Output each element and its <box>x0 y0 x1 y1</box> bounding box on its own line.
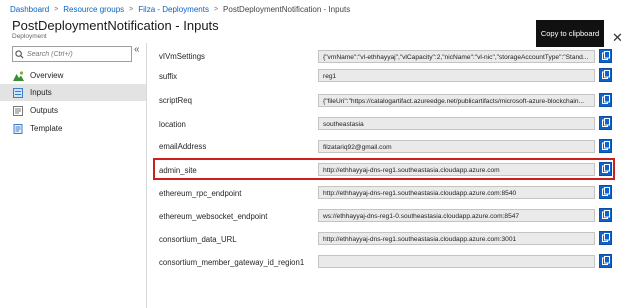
input-label: ethereum_rpc_endpoint <box>159 189 242 198</box>
sidebar-item-label: Inputs <box>30 88 52 97</box>
overview-icon <box>12 70 24 81</box>
copy-icon <box>601 206 610 224</box>
breadcrumb-separator: > <box>54 5 59 13</box>
breadcrumb-deployments[interactable]: Filza - Deployments <box>138 5 209 14</box>
copy-button[interactable] <box>599 162 612 176</box>
template-icon <box>12 123 24 134</box>
breadcrumb-dashboard[interactable]: Dashboard <box>10 5 49 14</box>
breadcrumb-resource-groups[interactable]: Resource groups <box>63 5 124 14</box>
input-label: admin_site <box>159 166 197 175</box>
input-value[interactable]: {"fileUri":"https://catalogartifact.azur… <box>318 94 595 107</box>
input-value[interactable]: {"vmName":"vl-ethhayyaj","vlCapacity":2,… <box>318 50 595 63</box>
inputs-icon <box>12 87 24 98</box>
collapse-sidebar-icon[interactable]: « <box>134 44 140 55</box>
copy-button[interactable] <box>599 49 612 63</box>
search-input[interactable] <box>25 48 129 60</box>
copy-button[interactable] <box>599 254 612 268</box>
sidebar-item-overview[interactable]: Overview <box>0 67 146 84</box>
copy-icon <box>601 183 610 201</box>
input-label: vIVmSettings <box>159 52 205 61</box>
page-title: PostDeploymentNotification - Inputs <box>12 18 219 33</box>
copy-button[interactable] <box>599 68 612 82</box>
input-label: suffix <box>159 72 178 81</box>
input-value[interactable]: ws://ethhayyaj-dns-reg1-0.southeastasia.… <box>318 209 595 222</box>
copy-button[interactable] <box>599 93 612 107</box>
input-label: ethereum_websocket_endpoint <box>159 212 268 221</box>
copy-button[interactable] <box>599 116 612 130</box>
copy-icon <box>601 229 610 247</box>
copy-button[interactable] <box>599 231 612 245</box>
copy-icon <box>601 114 610 132</box>
search-box[interactable] <box>12 46 132 62</box>
breadcrumb: Dashboard > Resource groups > Filza - De… <box>10 3 350 15</box>
copy-icon <box>601 137 610 155</box>
sidebar-item-template[interactable]: Template <box>0 120 146 137</box>
breadcrumb-separator: > <box>213 5 219 13</box>
input-label: emailAddress <box>159 142 207 151</box>
input-label: scriptReq <box>159 96 192 105</box>
sidebar-item-label: Outputs <box>30 106 59 115</box>
breadcrumb-separator: > <box>129 5 134 13</box>
sidebar-item-label: Template <box>30 124 63 133</box>
copy-icon <box>601 47 610 65</box>
input-value[interactable]: http://ethhayyaj-dns-reg1.southeastasia.… <box>318 186 595 199</box>
input-label: location <box>159 120 186 129</box>
input-label: consortium_member_gateway_id_region1 <box>159 258 305 267</box>
input-value[interactable]: reg1 <box>318 69 595 82</box>
copy-button[interactable] <box>599 185 612 199</box>
search-icon <box>13 49 25 59</box>
inputs-panel: vIVmSettings {"vmName":"vl-ethhayyaj","v… <box>146 43 624 308</box>
sidebar-item-label: Overview <box>30 71 64 80</box>
page-subtitle: Deployment <box>12 33 47 40</box>
outputs-icon <box>12 105 24 116</box>
input-value[interactable]: http://ethhayyaj-dns-reg1.southeastasia.… <box>318 232 595 245</box>
input-value[interactable]: filzatariq92@gmail.com <box>318 140 595 153</box>
copy-icon <box>601 91 610 109</box>
copy-icon <box>601 66 610 84</box>
copy-icon <box>601 160 610 178</box>
breadcrumb-current: PostDeploymentNotification - Inputs <box>223 4 351 14</box>
copy-button[interactable] <box>599 139 612 153</box>
input-value[interactable]: southeastasia <box>318 117 595 130</box>
input-value[interactable] <box>318 255 595 268</box>
sidebar: « Overview Inputs Outputs Template <box>0 43 147 308</box>
sidebar-item-inputs[interactable]: Inputs <box>0 84 146 101</box>
input-value[interactable]: http://ethhayyaj-dns-reg1.southeastasia.… <box>318 163 595 176</box>
copy-button[interactable] <box>599 208 612 222</box>
sidebar-item-outputs[interactable]: Outputs <box>0 102 146 119</box>
copy-icon <box>601 252 610 270</box>
input-label: consortium_data_URL <box>159 235 237 244</box>
